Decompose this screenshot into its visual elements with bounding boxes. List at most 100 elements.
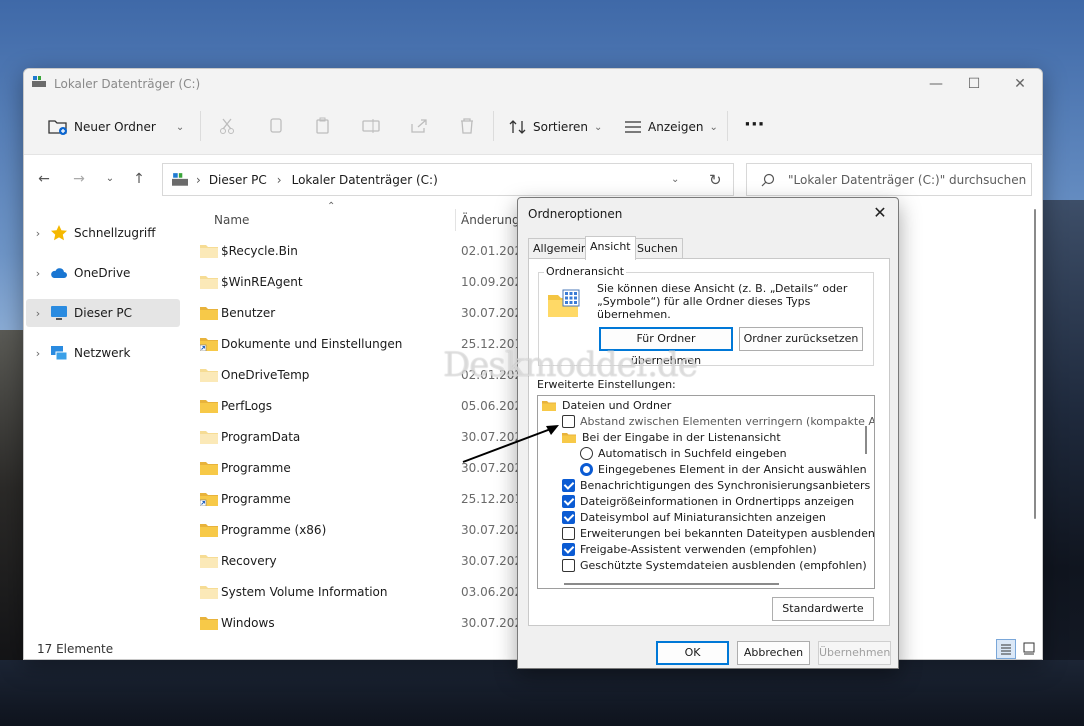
- details-view-button[interactable]: [996, 639, 1016, 659]
- search-input[interactable]: "Lokaler Datenträger (C:)" durchsuchen: [746, 163, 1032, 196]
- breadcrumb-drive-c[interactable]: Lokaler Datenträger (C:): [292, 173, 438, 187]
- expand-chevron-icon[interactable]: ›: [26, 307, 50, 320]
- network-icon: [51, 346, 68, 361]
- address-dropdown-icon[interactable]: ⌄: [671, 174, 679, 185]
- breadcrumb-dieser-pc[interactable]: Dieser PC: [209, 173, 267, 187]
- column-header-name[interactable]: Name: [214, 213, 249, 227]
- settings-option[interactable]: Dateisymbol auf Miniaturansichten anzeig…: [562, 509, 826, 525]
- settings-option[interactable]: Dateigrößeinformationen in Ordnertipps a…: [562, 493, 854, 509]
- sort-ascending-icon: ⌃: [327, 201, 336, 212]
- radio-button[interactable]: [580, 446, 593, 460]
- vertical-scrollbar[interactable]: [1034, 209, 1036, 519]
- cloud-icon: [51, 268, 67, 278]
- tab-suchen[interactable]: Suchen: [632, 238, 683, 258]
- minimize-button[interactable]: —: [921, 74, 951, 94]
- refresh-icon[interactable]: ↻: [709, 171, 722, 189]
- apply-to-folders-button[interactable]: Für Ordner übernehmen: [599, 327, 733, 367]
- chevron-down-icon: ⌄: [709, 121, 718, 133]
- checkbox[interactable]: [562, 542, 575, 556]
- tab-allgemein[interactable]: Allgemein: [528, 238, 593, 258]
- view-button[interactable]: Anzeigen ⌄: [624, 116, 718, 138]
- folder-icon: [200, 367, 218, 382]
- settings-option-label: Dateigrößeinformationen in Ordnertipps a…: [580, 494, 855, 508]
- settings-option[interactable]: Eingegebenes Element in der Ansicht ausw…: [580, 461, 867, 477]
- monitor-icon: [51, 306, 67, 320]
- cut-icon[interactable]: [217, 116, 237, 136]
- settings-scrollbar-vertical[interactable]: [865, 426, 867, 454]
- sidebar-item-label: Netzwerk: [74, 346, 131, 360]
- close-button[interactable]: ✕: [1005, 74, 1035, 94]
- sidebar-item-schnellzugriff[interactable]: › Schnellzugriff: [26, 219, 180, 247]
- share-icon[interactable]: [409, 116, 429, 136]
- details-view-icon: [1001, 644, 1011, 655]
- folder-options-dialog: Ordneroptionen ✕ Allgemein Ansicht Suche…: [517, 197, 899, 669]
- settings-option[interactable]: Automatisch in Suchfeld eingeben: [580, 445, 787, 461]
- ok-button[interactable]: OK: [656, 641, 729, 665]
- chevron-down-icon[interactable]: ⌄: [176, 122, 184, 133]
- pc-icon: [172, 172, 188, 186]
- view-label: Anzeigen: [648, 120, 704, 134]
- recent-locations-chevron-icon[interactable]: ⌄: [101, 170, 119, 188]
- sort-label: Sortieren: [533, 120, 588, 134]
- settings-option[interactable]: Erweiterungen bei bekannten Dateitypen a…: [562, 525, 874, 541]
- settings-option-label: Freigabe-Assistent verwenden (empfohlen): [580, 542, 817, 556]
- radio-button[interactable]: [580, 462, 593, 476]
- sidebar-item-netzwerk[interactable]: › Netzwerk: [26, 339, 180, 367]
- settings-option-label: Dateien und Ordner: [562, 398, 672, 412]
- settings-option-label: Benachrichtigungen des Synchronisierungs…: [580, 478, 874, 492]
- paste-icon[interactable]: [313, 116, 333, 136]
- delete-icon[interactable]: [457, 116, 477, 136]
- expand-chevron-icon[interactable]: ›: [26, 347, 50, 360]
- title-bar: Lokaler Datenträger (C:) — ☐ ✕: [24, 69, 1042, 99]
- folder-view-description-line-2: „Symbole“) für alle Ordner dieses Typs ü…: [597, 295, 811, 321]
- checkbox[interactable]: [562, 510, 575, 524]
- dialog-close-button[interactable]: ✕: [870, 203, 890, 223]
- settings-option-label: Automatisch in Suchfeld eingeben: [598, 446, 787, 460]
- reset-folders-button[interactable]: Ordner zurücksetzen: [739, 327, 863, 351]
- address-bar[interactable]: › Dieser PC › Lokaler Datenträger (C:) ⌄…: [162, 163, 734, 196]
- sidebar-item-dieser-pc[interactable]: › Dieser PC: [26, 299, 180, 327]
- file-name: $WinREAgent: [221, 275, 303, 289]
- rename-icon[interactable]: [361, 116, 381, 136]
- toolbar-separator: [727, 111, 728, 141]
- checkbox[interactable]: [562, 558, 575, 572]
- folder-shortcut-icon: [199, 491, 218, 507]
- checkbox[interactable]: [562, 526, 575, 540]
- folder-shortcut-icon: [199, 336, 218, 352]
- settings-option[interactable]: Abstand zwischen Elementen verringern (k…: [562, 413, 874, 429]
- file-name: Programme: [221, 461, 291, 475]
- sidebar-item-onedrive[interactable]: › OneDrive: [26, 259, 180, 287]
- settings-option[interactable]: Benachrichtigungen des Synchronisierungs…: [562, 477, 874, 493]
- new-folder-button[interactable]: Neuer Ordner ⌄: [48, 116, 184, 138]
- settings-option-label: Geschützte Systemdateien ausblenden (emp…: [580, 558, 867, 572]
- expand-chevron-icon[interactable]: ›: [26, 267, 50, 280]
- window-title: Lokaler Datenträger (C:): [54, 77, 201, 91]
- tab-ansicht[interactable]: Ansicht: [585, 236, 636, 260]
- checkbox[interactable]: [562, 478, 575, 492]
- advanced-settings-list[interactable]: Dateien und Ordner Abstand zwischen Eleme…: [537, 395, 875, 589]
- file-name: $Recycle.Bin: [221, 244, 298, 258]
- up-arrow-icon[interactable]: ↑: [130, 170, 148, 188]
- cancel-button[interactable]: Abbrechen: [737, 641, 810, 665]
- forward-arrow-icon[interactable]: →: [70, 170, 88, 188]
- expand-chevron-icon[interactable]: ›: [26, 227, 50, 240]
- navigation-pane: › Schnellzugriff › OneDrive › Dieser PC …: [24, 203, 184, 639]
- new-folder-label: Neuer Ordner: [74, 120, 156, 134]
- settings-group: Bei der Eingabe in der Listenansicht: [562, 429, 781, 445]
- apply-button[interactable]: Übernehmen: [818, 641, 891, 665]
- folder-icon: [200, 398, 218, 413]
- maximize-button[interactable]: ☐: [959, 74, 989, 94]
- back-arrow-icon[interactable]: ←: [35, 170, 53, 188]
- restore-defaults-button[interactable]: Standardwerte: [772, 597, 874, 621]
- sort-button[interactable]: Sortieren ⌄: [509, 116, 602, 138]
- star-icon: [51, 225, 67, 241]
- settings-option[interactable]: Geschützte Systemdateien ausblenden (emp…: [562, 557, 867, 573]
- copy-icon[interactable]: [266, 116, 286, 136]
- tiles-view-button[interactable]: [1020, 639, 1040, 659]
- chevron-down-icon: ⌄: [593, 121, 603, 133]
- settings-scrollbar-horizontal[interactable]: [564, 583, 779, 585]
- more-options-button[interactable]: ···: [744, 113, 765, 135]
- settings-option[interactable]: Freigabe-Assistent verwenden (empfohlen): [562, 541, 817, 557]
- checkbox[interactable]: [562, 494, 575, 508]
- file-name: PerfLogs: [221, 399, 273, 413]
